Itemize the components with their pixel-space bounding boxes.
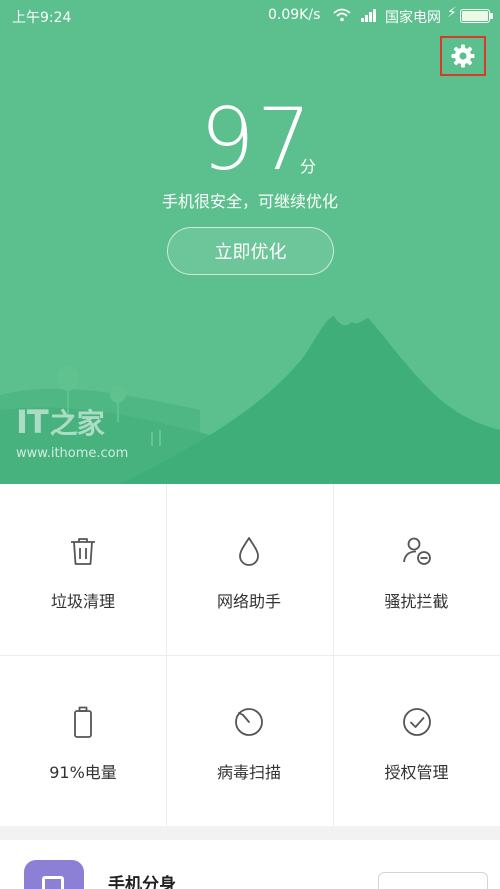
wifi-icon	[333, 8, 351, 22]
battery-icon	[460, 9, 493, 23]
status-carrier: 国家电网	[385, 10, 441, 26]
tool-network-assistant[interactable]: 网络助手	[166, 484, 332, 655]
water-drop-icon	[239, 537, 259, 566]
gear-icon	[451, 44, 475, 68]
status-bar: 上午9:24 0.09K/s 国家电网 ⚡	[0, 0, 500, 32]
tool-label: 91%电量	[49, 763, 117, 782]
status-time: 上午9:24	[12, 10, 72, 26]
check-circle-icon	[402, 708, 431, 736]
score-value: 97	[200, 90, 314, 190]
hero-panel: 上午9:24 0.09K/s 国家电网 ⚡ 97 分 手机很安全，可继续优化 立…	[0, 0, 500, 484]
section-divider	[0, 826, 500, 840]
tool-label: 授权管理	[384, 763, 449, 782]
security-status-text: 手机很安全，可继续优化	[161, 192, 338, 211]
security-score: 97 分	[0, 95, 500, 185]
ithome-watermark: IT之家 www.ithome.com	[16, 402, 128, 461]
tool-label: 网络助手	[216, 592, 281, 611]
tool-trash-cleanup[interactable]: 垃圾清理	[0, 484, 166, 655]
trash-icon	[71, 538, 95, 565]
charging-bolt-icon: ⚡	[447, 5, 457, 21]
battery-icon	[74, 706, 92, 738]
card-action-button[interactable]	[378, 872, 488, 889]
user-block-icon	[402, 537, 431, 565]
signal-icon	[361, 9, 376, 22]
tool-label: 骚扰拦截	[384, 592, 449, 611]
tool-harassment-block[interactable]: 骚扰拦截	[333, 484, 500, 655]
watermark-url: www.ithome.com	[16, 446, 129, 461]
tool-grid: 垃圾清理 网络助手 骚扰拦截 91%电量 病毒扫描 授权管理	[0, 484, 500, 826]
optimize-now-button[interactable]: 立即优化	[167, 227, 334, 275]
tool-virus-scan[interactable]: 病毒扫描	[166, 655, 332, 826]
card-title: 手机分身	[108, 875, 176, 889]
tool-label: 垃圾清理	[50, 592, 115, 611]
status-network-speed: 0.09K/s	[268, 7, 321, 23]
settings-button[interactable]	[440, 36, 486, 76]
tool-label: 病毒扫描	[216, 763, 281, 782]
score-unit: 分	[300, 157, 317, 176]
app-clone-icon	[24, 860, 84, 889]
watermark-logo: IT之家	[16, 403, 105, 441]
tool-permission-manager[interactable]: 授权管理	[333, 655, 500, 826]
app-clone-card[interactable]: 手机分身	[0, 840, 500, 889]
tool-battery[interactable]: 91%电量	[0, 655, 166, 826]
scan-timer-icon	[235, 708, 263, 736]
